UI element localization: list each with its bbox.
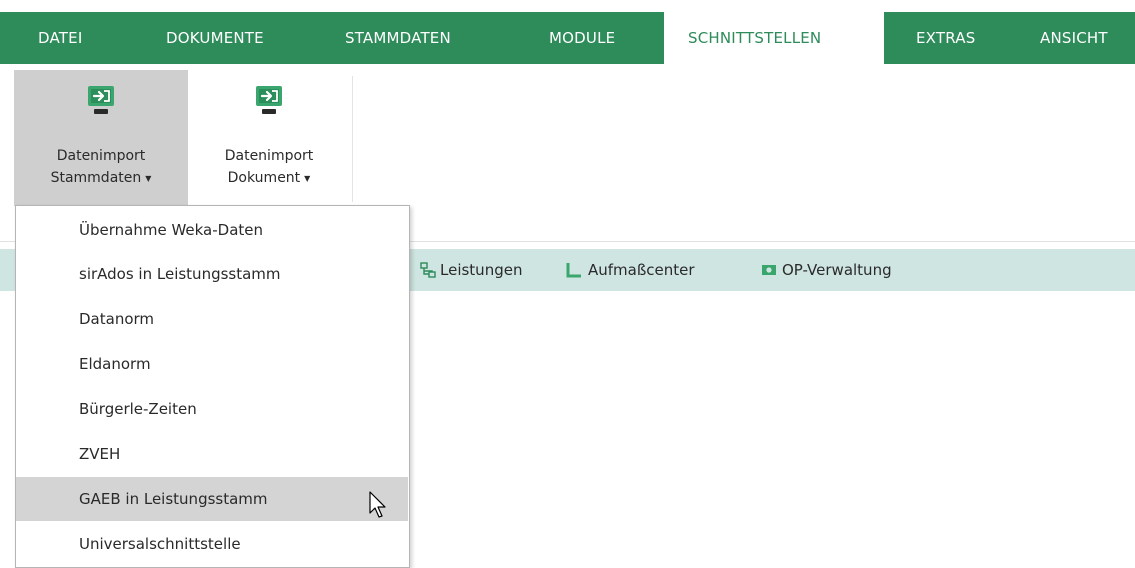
menu-item-gaeb-leistungsstamm[interactable]: GAEB in Leistungsstamm <box>16 477 408 521</box>
tab-ansicht[interactable]: ANSICHT <box>1040 12 1108 64</box>
measure-icon <box>566 263 581 278</box>
tab-schnittstellen[interactable]: SCHNITTSTELLEN <box>664 12 884 66</box>
money-icon <box>762 265 776 275</box>
menu-item-eldanorm[interactable]: Eldanorm <box>16 342 408 386</box>
tab-datei[interactable]: DATEI <box>38 12 82 64</box>
button-label-line2: Stammdaten ▼ <box>50 170 152 186</box>
menu-item-datanorm[interactable]: Datanorm <box>16 297 408 341</box>
tab-extras[interactable]: EXTRAS <box>916 12 975 64</box>
services-icon <box>420 262 436 278</box>
quickbar-leistungen[interactable]: Leistungen <box>440 249 522 291</box>
menu-item-zveh[interactable]: ZVEH <box>16 432 408 476</box>
datenimport-stammdaten-button[interactable]: Datenimport Stammdaten ▼ <box>14 70 188 206</box>
menu-item-buergerle-zeiten[interactable]: Bürgerle-Zeiten <box>16 387 408 431</box>
button-label-line2: Dokument ▼ <box>227 170 311 186</box>
quickbar-op-verwaltung[interactable]: OP-Verwaltung <box>782 249 892 291</box>
import-monitor-icon <box>88 86 114 114</box>
tab-stammdaten[interactable]: STAMMDATEN <box>345 12 451 64</box>
ribbon-separator <box>352 76 353 202</box>
menu-item-universalschnittstelle[interactable]: Universalschnittstelle <box>16 522 408 566</box>
import-monitor-icon <box>256 86 282 114</box>
dropdown-caret-icon: ▼ <box>304 173 311 183</box>
menu-item-siraidos-leistungsstamm[interactable]: sirAdos in Leistungsstamm <box>16 252 408 296</box>
quickbar-aufmasscenter[interactable]: Aufmaßcenter <box>588 249 695 291</box>
menu-item-uebernahme-weka-daten[interactable]: Übernahme Weka-Daten <box>16 208 408 252</box>
button-label-line1: Datenimport <box>56 148 146 164</box>
tab-module[interactable]: MODULE <box>549 12 615 64</box>
window-top-strip <box>0 0 1135 12</box>
button-label-line1: Datenimport <box>224 148 314 164</box>
tab-dokumente[interactable]: DOKUMENTE <box>166 12 264 64</box>
dropdown-caret-icon: ▼ <box>145 173 152 183</box>
datenimport-dokument-button[interactable]: Datenimport Dokument ▼ <box>196 70 342 206</box>
mouse-pointer-icon <box>369 491 386 518</box>
